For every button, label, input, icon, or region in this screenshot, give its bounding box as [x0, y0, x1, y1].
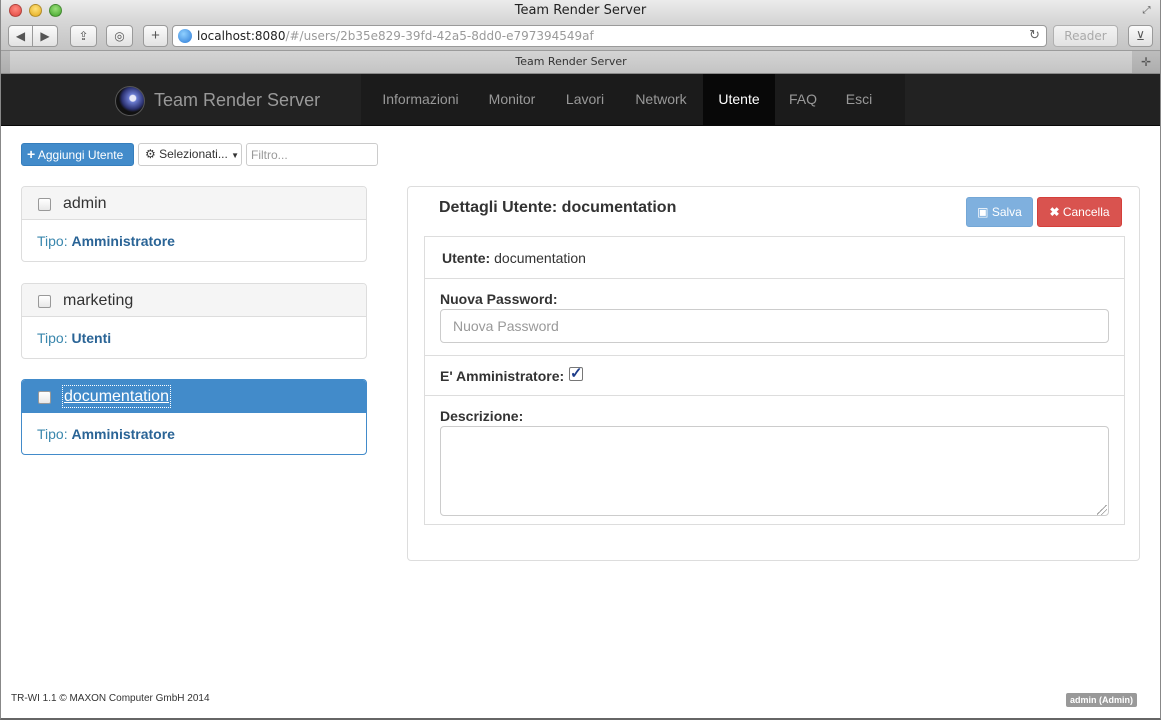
user-card-header: documentation [22, 380, 366, 413]
share-icon: ⇪ [78, 29, 89, 43]
add-user-label: Aggiungi Utente [37, 148, 124, 162]
username-label: Utente: [442, 250, 491, 266]
resize-grip-icon[interactable] [1097, 505, 1107, 515]
user-type-value: Amministratore [71, 426, 175, 442]
new-tab-icon[interactable]: ✛ [1137, 53, 1155, 71]
globe-icon [178, 29, 192, 43]
user-card-marketing[interactable]: marketing Tipo: Utenti [21, 283, 367, 359]
nav-lavori[interactable]: Lavori [557, 74, 613, 125]
user-type-label: Tipo: [37, 330, 68, 346]
app-navbar: Team Render Server Informazioni Monitor … [1, 74, 1160, 126]
description-label: Descrizione: [440, 408, 524, 424]
browser-toolbar: ◀ ▶ ⇪ ◎ + localhost:8080/#/users/2b35e82… [0, 22, 1161, 50]
nav-utente[interactable]: Utente [703, 74, 775, 125]
user-details-panel: Dettagli Utente: documentation ▣ Salva ✖… [407, 186, 1140, 561]
cancel-label: Cancella [1062, 205, 1110, 219]
nav-esci[interactable]: Esci [837, 74, 881, 125]
brand-title[interactable]: Team Render Server [154, 74, 320, 126]
user-card-header: admin [22, 187, 366, 220]
user-select-checkbox[interactable] [38, 198, 51, 211]
save-button[interactable]: ▣ Salva [966, 197, 1033, 227]
user-type: Tipo: Amministratore [22, 413, 366, 454]
minimize-window-button[interactable] [29, 4, 42, 17]
window-titlebar: Team Render Server ⤢ [0, 0, 1161, 22]
url-host: localhost:8080 [197, 29, 286, 43]
username-value: documentation [494, 250, 586, 266]
user-card-admin[interactable]: admin Tipo: Amministratore [21, 186, 367, 262]
cinema4d-logo-icon [115, 86, 145, 116]
user-type: Tipo: Utenti [22, 317, 366, 358]
selected-actions-dropdown[interactable]: ⚙ Selezionati... ▼ [138, 143, 242, 166]
downloads-button[interactable]: ⊻ [1128, 25, 1153, 47]
forward-button[interactable]: ▶ [33, 25, 58, 47]
save-label: Salva [991, 205, 1022, 219]
nav-faq[interactable]: FAQ [779, 74, 827, 125]
fullscreen-icon[interactable]: ⤢ [1140, 4, 1153, 17]
plus-icon: + [27, 146, 36, 162]
reading-list-button[interactable]: ◎ [106, 25, 133, 47]
user-select-checkbox[interactable] [38, 391, 51, 404]
close-window-button[interactable] [9, 4, 22, 17]
new-password-input[interactable] [440, 309, 1109, 343]
admin-row: E' Amministratore: ✓ [425, 356, 1124, 396]
reading-list-icon: ◎ [114, 29, 125, 43]
share-button[interactable]: ⇪ [70, 25, 97, 47]
plus-icon: + [151, 27, 160, 44]
browser-tab[interactable]: Team Render Server [10, 51, 1132, 73]
filter-input[interactable] [246, 143, 378, 166]
url-path: /#/users/2b35e829-39fd-42a5-8dd0-e797394… [285, 29, 594, 43]
reader-button[interactable]: Reader [1053, 25, 1118, 47]
footer-copyright: TR-WI 1.1 © MAXON Computer GmbH 2014 [11, 693, 210, 704]
floppy-disk-icon: ▣ [977, 205, 989, 219]
user-form: Utente: documentation Nuova Password: E'… [424, 236, 1125, 525]
tab-bar: Team Render Server ✛ [0, 50, 1161, 74]
nav-monitor[interactable]: Monitor [479, 74, 545, 125]
description-textarea[interactable] [440, 426, 1109, 516]
checkmark-icon: ✓ [570, 365, 583, 382]
admin-checkbox[interactable]: ✓ [569, 365, 583, 382]
window-title: Team Render Server [514, 3, 647, 18]
address-bar[interactable]: localhost:8080/#/users/2b35e829-39fd-42a… [172, 25, 1047, 47]
panel-title: Dettagli Utente: documentation [439, 199, 677, 216]
admin-label: E' Amministratore: [440, 368, 565, 384]
user-card-header: marketing [22, 284, 366, 317]
password-row: Nuova Password: [425, 279, 1124, 356]
user-name[interactable]: admin [63, 187, 107, 220]
password-label: Nuova Password: [440, 291, 558, 307]
forward-arrow-icon: ▶ [40, 29, 50, 43]
username-row: Utente: documentation [425, 237, 1124, 279]
close-icon: ✖ [1049, 205, 1060, 219]
user-type-label: Tipo: [37, 426, 68, 442]
cancel-button[interactable]: ✖ Cancella [1037, 197, 1122, 227]
selected-actions-label: Selezionati... [159, 147, 228, 161]
add-user-button[interactable]: + Aggiungi Utente [21, 143, 134, 166]
caret-down-icon: ▼ [231, 151, 240, 160]
user-type-label: Tipo: [37, 233, 68, 249]
current-user-badge[interactable]: admin (Admin) [1066, 693, 1137, 707]
nav-informazioni[interactable]: Informazioni [372, 74, 469, 125]
back-button[interactable]: ◀ [8, 25, 33, 47]
user-type-value: Utenti [71, 330, 112, 346]
user-name[interactable]: marketing [63, 284, 133, 317]
add-bookmark-button[interactable]: + [143, 25, 168, 47]
main-nav: Informazioni Monitor Lavori Network Uten… [361, 74, 905, 125]
back-arrow-icon: ◀ [15, 29, 26, 43]
user-type: Tipo: Amministratore [22, 220, 366, 261]
zoom-window-button[interactable] [49, 4, 62, 17]
user-type-value: Amministratore [71, 233, 175, 249]
download-icon: ⊻ [1136, 29, 1145, 43]
user-name[interactable]: documentation [62, 385, 171, 408]
user-card-documentation[interactable]: documentation Tipo: Amministratore [21, 379, 367, 455]
nav-network[interactable]: Network [623, 74, 699, 125]
user-select-checkbox[interactable] [38, 295, 51, 308]
reload-icon[interactable]: ↻ [1029, 26, 1040, 46]
description-row: Descrizione: [425, 396, 1124, 524]
gear-icon: ⚙ [145, 147, 156, 161]
